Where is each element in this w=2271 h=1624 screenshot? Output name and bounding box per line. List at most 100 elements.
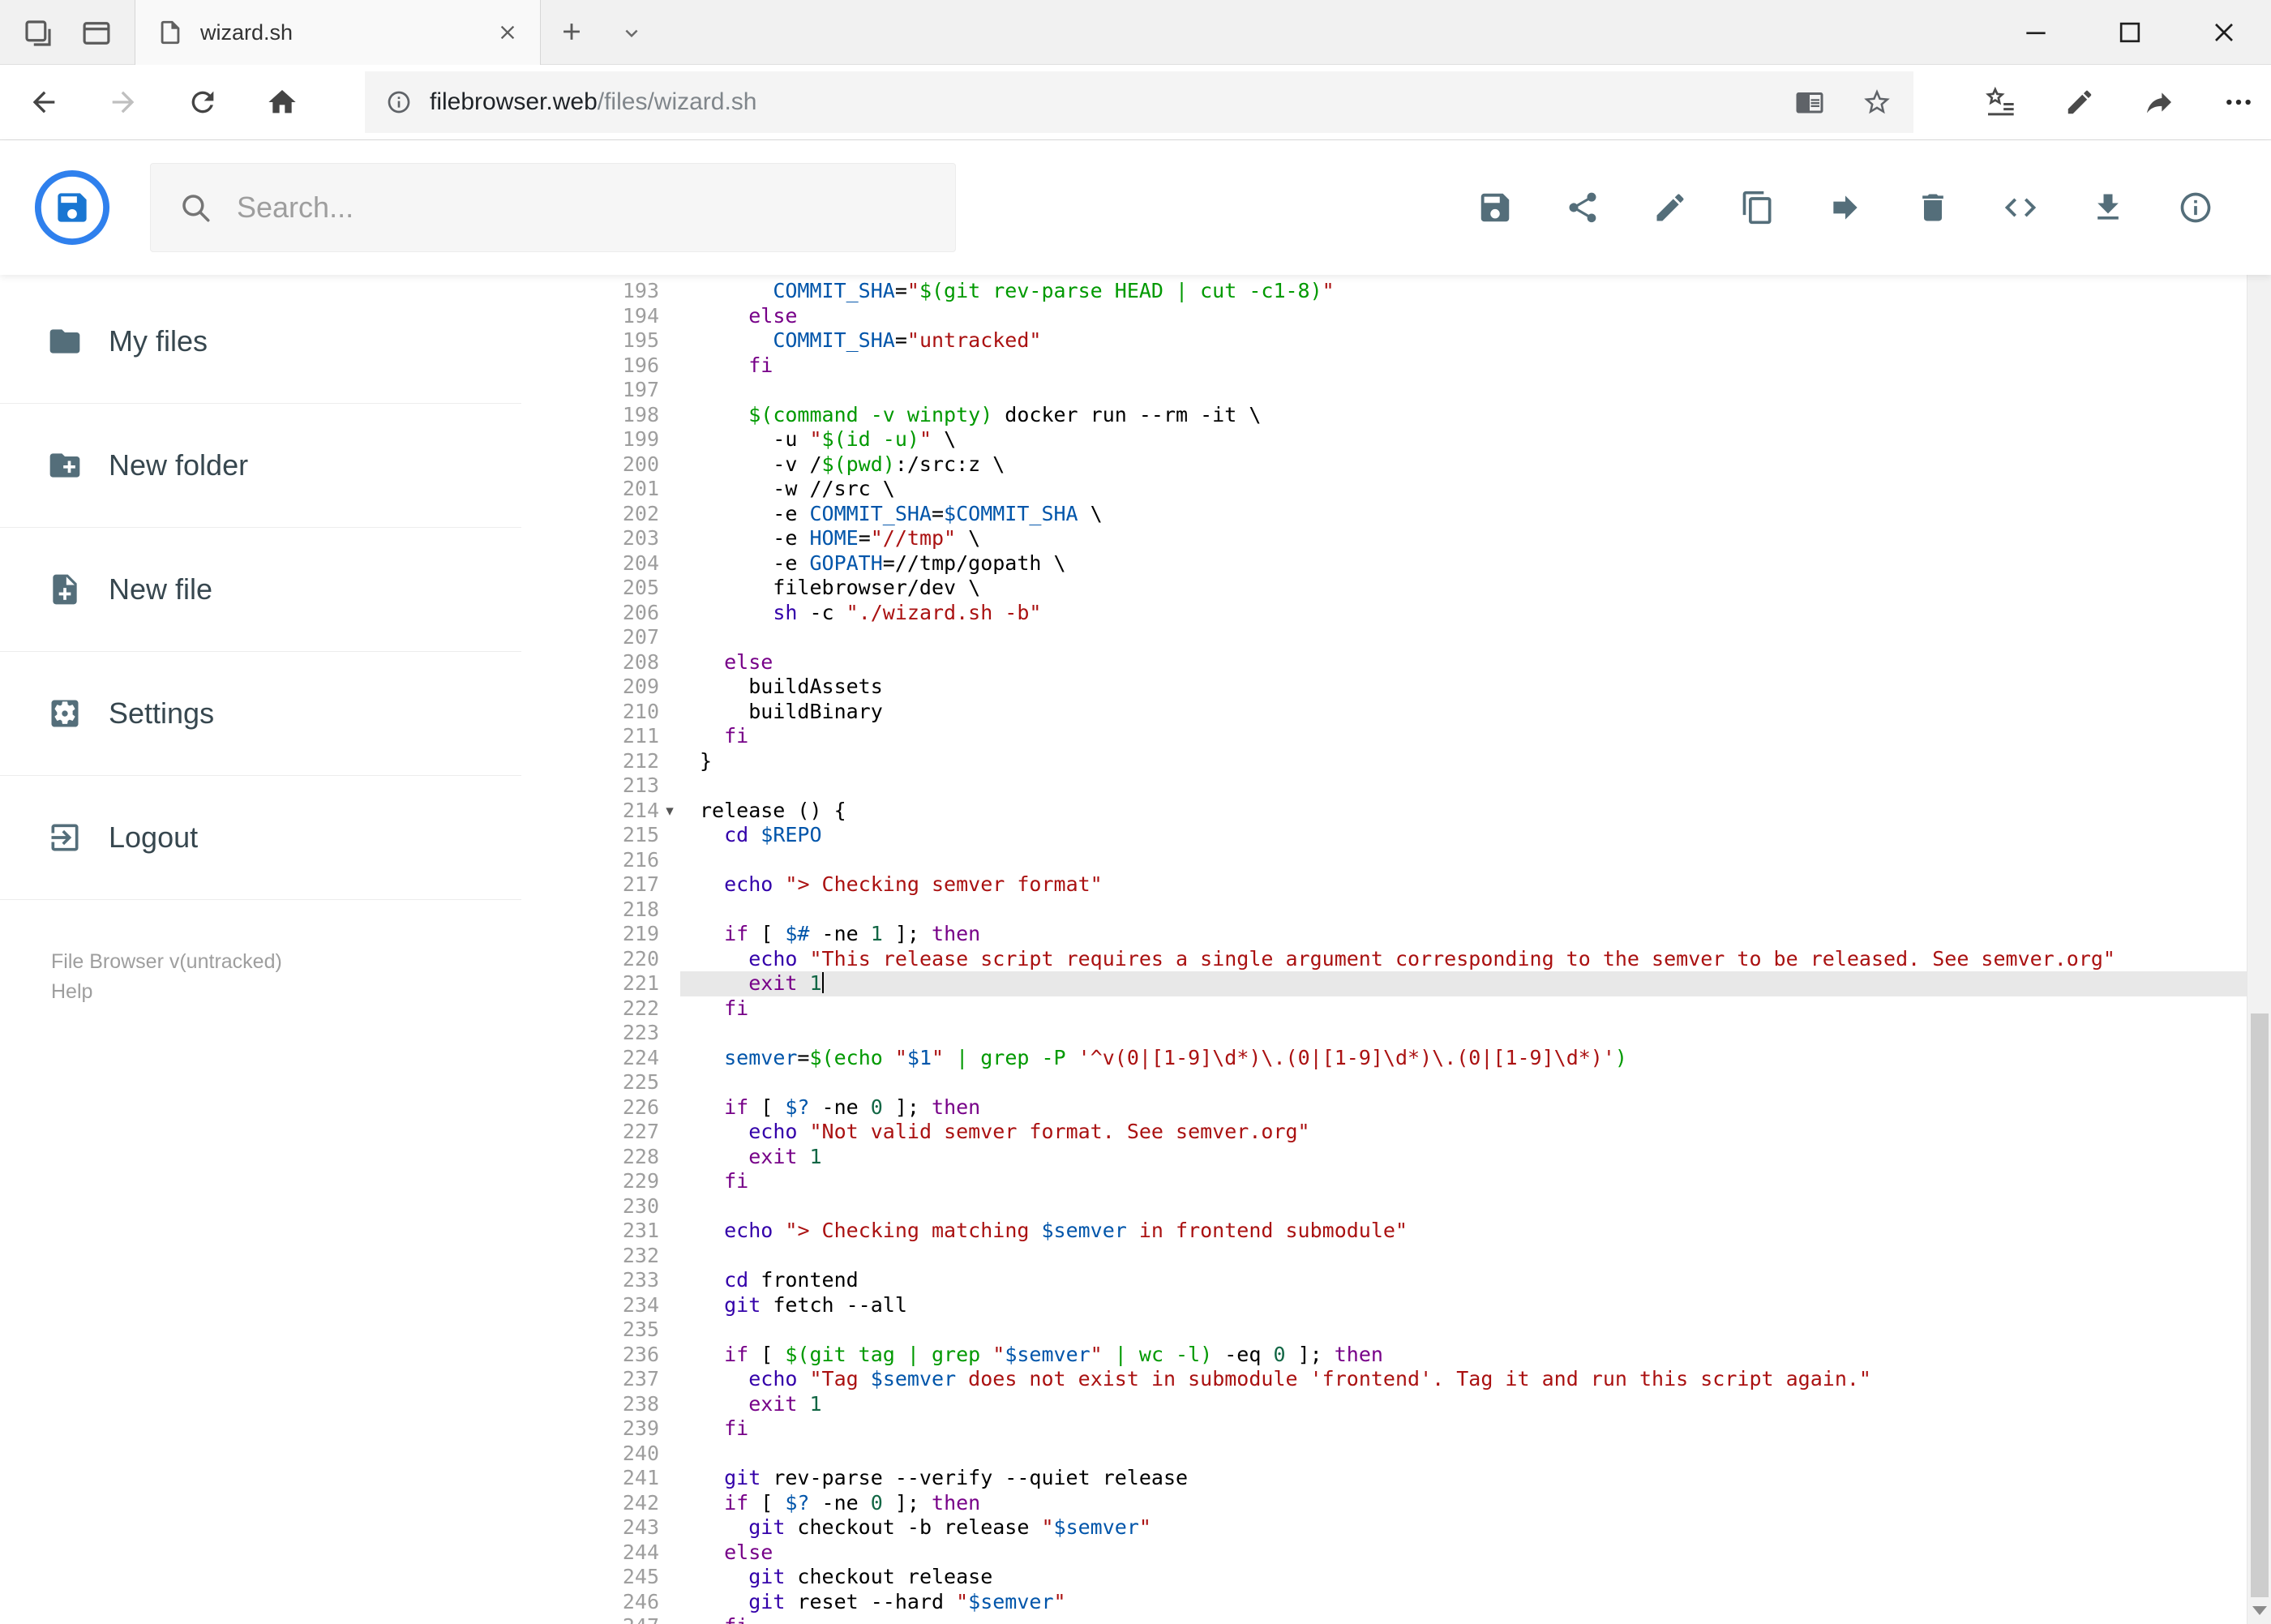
minimize-button[interactable] (1989, 0, 2083, 65)
raw-view-button[interactable] (2002, 189, 2039, 226)
help-link[interactable]: Help (51, 977, 282, 1007)
code-line[interactable]: 243 git checkout -b release "$semver" (521, 1515, 2247, 1540)
code-line[interactable]: 222 fi (521, 996, 2247, 1022)
code-line[interactable]: 242 if [ $? -ne 0 ]; then (521, 1491, 2247, 1516)
code-line[interactable]: 246 git reset --hard "$semver" (521, 1590, 2247, 1615)
code-line[interactable]: 239 fi (521, 1416, 2247, 1442)
code-line[interactable]: 245 git checkout release (521, 1565, 2247, 1590)
code-line[interactable]: 227 echo "Not valid semver format. See s… (521, 1120, 2247, 1145)
set-tabs-aside-button[interactable] (19, 15, 57, 52)
code-line[interactable]: 228 exit 1 (521, 1145, 2247, 1170)
code-line[interactable]: 220 echo "This release script requires a… (521, 947, 2247, 972)
forward-button[interactable] (107, 86, 139, 118)
page-scrollbar[interactable] (2247, 140, 2271, 1624)
sidebar-item-new-folder[interactable]: New folder (0, 404, 521, 528)
line-number: 230 (622, 1193, 659, 1218)
code-line[interactable]: 235 (521, 1318, 2247, 1343)
code-line[interactable]: 196 fi (521, 354, 2247, 379)
code-line[interactable]: 229 fi (521, 1169, 2247, 1194)
code-line[interactable]: 207 (521, 625, 2247, 650)
share-page-button[interactable] (2143, 86, 2175, 118)
back-button[interactable] (28, 86, 60, 118)
sidebar-item-logout[interactable]: Logout (0, 776, 521, 900)
tab-list-chevron-button[interactable] (619, 21, 644, 45)
code-line[interactable]: 233 cd frontend (521, 1268, 2247, 1293)
delete-button[interactable] (1914, 189, 1952, 226)
code-line[interactable]: 209 buildAssets (521, 675, 2247, 700)
code-line[interactable]: 238 exit 1 (521, 1392, 2247, 1417)
search-input[interactable] (237, 191, 885, 225)
code-line[interactable]: 194 else (521, 304, 2247, 329)
code-line[interactable]: 202 -e COMMIT_SHA=$COMMIT_SHA \ (521, 502, 2247, 527)
site-info-icon[interactable] (386, 89, 412, 115)
search-box[interactable] (150, 163, 956, 252)
hub-favorites-button[interactable] (1984, 86, 2016, 118)
code-line[interactable]: 230 (521, 1194, 2247, 1219)
code-line[interactable]: 231 echo "> Checking matching $semver in… (521, 1219, 2247, 1244)
code-line[interactable]: 234 git fetch --all (521, 1293, 2247, 1318)
address-bar[interactable]: filebrowser.web/files/wizard.sh (365, 71, 1913, 133)
code-line[interactable]: 215 cd $REPO (521, 823, 2247, 848)
sidebar-item-settings[interactable]: Settings (0, 652, 521, 776)
code-line[interactable]: 212} (521, 749, 2247, 774)
code-line[interactable]: 241 git rev-parse --verify --quiet relea… (521, 1466, 2247, 1491)
code-line[interactable]: 216 (521, 848, 2247, 873)
code-line[interactable]: 224 semver=$(echo "$1" | grep -P '^v(0|[… (521, 1046, 2247, 1071)
sidebar-item-new-file[interactable]: New file (0, 528, 521, 652)
code-line[interactable]: 195 COMMIT_SHA="untracked" (521, 328, 2247, 354)
code-line[interactable]: 221 exit 1 (521, 971, 2247, 996)
fold-marker-icon[interactable]: ▾ (659, 799, 680, 824)
home-button[interactable] (266, 86, 298, 118)
code-line[interactable]: 214 ▾ release () { (521, 799, 2247, 824)
code-line[interactable]: 211 fi (521, 724, 2247, 749)
code-line[interactable]: 237 echo "Tag $semver does not exist in … (521, 1367, 2247, 1392)
scrollbar-thumb[interactable] (2251, 1013, 2269, 1597)
code-line[interactable]: 193 COMMIT_SHA="$(git rev-parse HEAD | c… (521, 279, 2247, 304)
tab-preview-button[interactable] (78, 15, 115, 52)
code-line[interactable]: 225 (521, 1070, 2247, 1095)
code-line[interactable]: 218 (521, 898, 2247, 923)
download-button[interactable] (2089, 189, 2127, 226)
code-editor[interactable]: 193 COMMIT_SHA="$(git rev-parse HEAD | c… (521, 275, 2247, 1624)
scrollbar-down-arrow[interactable] (2252, 1606, 2267, 1615)
sidebar-item-my-files[interactable]: My files (0, 280, 521, 404)
line-number: 205 (622, 576, 659, 599)
info-button[interactable] (2177, 189, 2214, 226)
code-line[interactable]: 247 fi (521, 1614, 2247, 1624)
code-line[interactable]: 200 -v /$(pwd):/src:z \ (521, 452, 2247, 478)
save-button[interactable] (1476, 189, 1514, 226)
add-favorite-button[interactable] (1862, 87, 1892, 118)
code-line[interactable]: 217 echo "> Checking semver format" (521, 872, 2247, 898)
move-button[interactable] (1827, 189, 1864, 226)
reading-view-button[interactable] (1795, 88, 1824, 117)
code-line[interactable]: 244 else (521, 1540, 2247, 1566)
code-line[interactable]: 226 if [ $? -ne 0 ]; then (521, 1095, 2247, 1121)
refresh-button[interactable] (186, 86, 219, 118)
code-line[interactable]: 223 (521, 1021, 2247, 1046)
close-window-button[interactable] (2177, 0, 2271, 65)
code-line[interactable]: 236 if [ $(git tag | grep "$semver" | wc… (521, 1343, 2247, 1368)
settings-more-button[interactable] (2222, 86, 2255, 118)
maximize-button[interactable] (2083, 0, 2177, 65)
code-line[interactable]: 232 (521, 1244, 2247, 1269)
code-line[interactable]: 205 filebrowser/dev \ (521, 576, 2247, 601)
code-line[interactable]: 240 (521, 1442, 2247, 1467)
code-line[interactable]: 203 -e HOME="//tmp" \ (521, 526, 2247, 551)
copy-button[interactable] (1739, 189, 1776, 226)
rename-button[interactable] (1652, 189, 1689, 226)
browser-tab[interactable]: wizard.sh (135, 0, 541, 65)
code-line[interactable]: 201 -w //src \ (521, 477, 2247, 502)
code-line[interactable]: 208 else (521, 650, 2247, 675)
code-line[interactable]: 219 if [ $# -ne 1 ]; then (521, 922, 2247, 947)
share-button[interactable] (1564, 189, 1601, 226)
code-line[interactable]: 198 $(command -v winpty) docker run --rm… (521, 403, 2247, 428)
code-line[interactable]: 213 (521, 773, 2247, 799)
code-line[interactable]: 197 (521, 378, 2247, 403)
code-line[interactable]: 206 sh -c "./wizard.sh -b" (521, 601, 2247, 626)
code-line[interactable]: 199 -u "$(id -u)" \ (521, 427, 2247, 452)
code-line[interactable]: 204 -e GOPATH=//tmp/gopath \ (521, 551, 2247, 576)
tab-close-icon[interactable] (496, 21, 519, 44)
code-line[interactable]: 210 buildBinary (521, 700, 2247, 725)
web-note-button[interactable] (2063, 86, 2096, 118)
new-tab-button[interactable] (558, 18, 585, 45)
